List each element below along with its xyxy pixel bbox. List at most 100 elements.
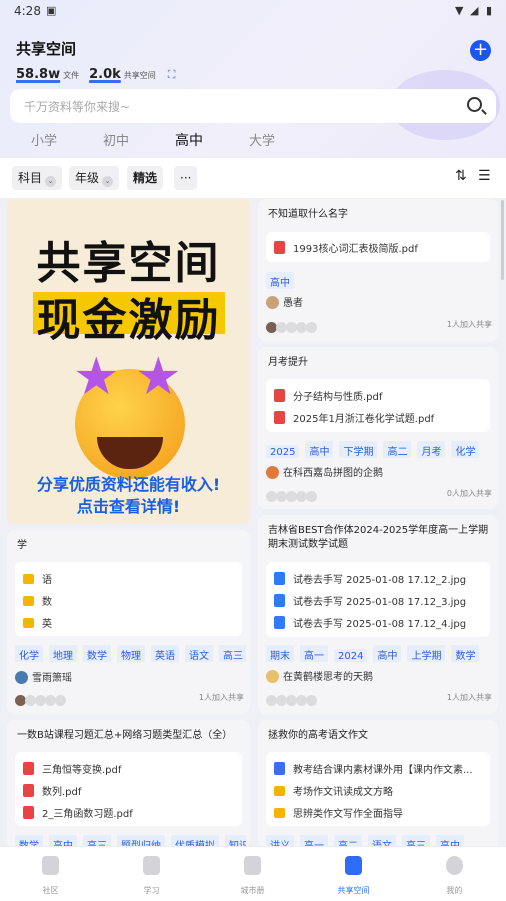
nav-shared-space[interactable]: 共享空间 <box>303 847 404 901</box>
banner-line2: 现金激励 <box>36 295 221 346</box>
file-list: 分子结构与性质.pdf 2025年1月浙江卷化学试题.pdf <box>266 379 490 432</box>
file-item[interactable]: 2_三角函数习题.pdf <box>23 805 234 820</box>
tag[interactable]: 高二 <box>383 441 412 458</box>
tag[interactable]: 上学期 <box>407 645 446 662</box>
tab-university[interactable]: 大学 <box>249 130 275 149</box>
notebook-icon <box>244 856 261 875</box>
nav-notebook[interactable]: 城市册 <box>202 847 303 901</box>
author[interactable]: 雪雨箫瑶 <box>15 669 72 684</box>
file-item[interactable]: 1993核心词汇表极简版.pdf <box>274 240 482 255</box>
nav-study[interactable]: 学习 <box>101 847 202 901</box>
tag[interactable]: 高中 <box>305 441 334 458</box>
file-item[interactable]: 教考结合课内素材课外用【课内作文素... <box>274 761 482 776</box>
tag[interactable]: 2024 <box>334 649 368 662</box>
author[interactable]: 在科西嘉岛拼图的企鹅 <box>266 464 383 479</box>
subject-filter[interactable]: 科目 ⌄ <box>12 166 63 190</box>
add-space-button[interactable]: + <box>470 40 491 61</box>
files-count: 58.8w <box>16 67 61 82</box>
bottom-navigation: 社区 学习 城市册 共享空间 我的 <box>0 846 506 901</box>
author[interactable]: 在黄鹤楼思考的天鹅 <box>266 668 373 683</box>
tag[interactable]: 高中 <box>266 272 294 289</box>
folder-item[interactable]: 语 <box>23 571 234 586</box>
tag[interactable]: 英语 <box>151 645 179 662</box>
tab-high[interactable]: 高中 <box>175 130 203 150</box>
tag[interactable]: 化学 <box>15 645 43 662</box>
search-icon[interactable] <box>467 97 482 112</box>
file-name: 试卷去手写 2025-01-08 17.12_4.jpg <box>293 619 467 630</box>
file-item[interactable]: 三角恒等变换.pdf <box>23 761 234 776</box>
file-item[interactable]: 试卷去手写 2025-01-08 17.12_4.jpg <box>274 615 482 630</box>
tag[interactable]: 月考 <box>417 441 446 458</box>
tag[interactable]: 数学 <box>83 645 111 662</box>
folder-icon <box>23 596 34 606</box>
space-card[interactable]: 吉林省BEST合作体2024-2025学年度高一上学期期末测试数学试题 试卷去手… <box>258 515 498 714</box>
file-item[interactable]: 试卷去手写 2025-01-08 17.12_3.jpg <box>274 593 482 608</box>
tag[interactable]: 高三 <box>219 645 246 662</box>
more-filter[interactable]: ··· <box>174 166 198 190</box>
image-file-icon <box>274 594 285 607</box>
folder-item[interactable]: 考场作文讯读成文方略 <box>274 783 482 798</box>
network-icon[interactable]: ⛶ <box>168 68 176 82</box>
tag[interactable]: 2025 <box>266 445 300 458</box>
sort-icon[interactable]: ⇅ <box>455 168 467 184</box>
file-item[interactable]: 分子结构与性质.pdf <box>274 388 482 403</box>
joined-count: 1人加入共享 <box>446 693 492 702</box>
grade-filter[interactable]: 年级 ⌄ <box>69 166 120 190</box>
file-list: 试卷去手写 2025-01-08 17.12_2.jpg 试卷去手写 2025-… <box>266 562 490 637</box>
tag[interactable]: 语文 <box>185 645 213 662</box>
member-avatars <box>266 487 317 502</box>
menu-icon[interactable]: ☰ <box>478 168 491 184</box>
files-label: 文件 <box>63 71 80 80</box>
tag[interactable]: 化学 <box>451 441 480 458</box>
space-card[interactable]: 学 语 数 英 化学 地理 数学 物理 英语 语文 高三 雪雨箫瑶 1人加入共享 <box>7 530 250 714</box>
featured-filter[interactable]: 精选 <box>127 166 164 190</box>
tag[interactable]: 地理 <box>49 645 77 662</box>
avatar <box>266 466 279 479</box>
tag[interactable]: 期末 <box>266 645 294 662</box>
scrollbar[interactable] <box>501 200 504 280</box>
file-list: 教考结合课内素材课外用【课内作文素... 考场作文讯读成文方略 思辨类作文写作全… <box>266 752 490 826</box>
tag[interactable]: 下学期 <box>339 441 378 458</box>
file-name: 2_三角函数习题.pdf <box>42 809 133 820</box>
pdf-icon <box>23 784 34 797</box>
avatar <box>306 695 317 706</box>
tag[interactable]: 高中 <box>373 645 402 662</box>
file-item[interactable]: 数列.pdf <box>23 783 234 798</box>
avatar <box>266 670 279 683</box>
space-card[interactable]: 不知道取什么名字 1993核心词汇表极简版.pdf 高中 愚者 1人加入共享 <box>258 199 498 342</box>
star-icon: ★ <box>73 347 120 407</box>
file-list: 1993核心词汇表极简版.pdf <box>266 232 490 262</box>
chevron-down-icon: ⌄ <box>45 176 57 187</box>
folder-item[interactable]: 数 <box>23 593 234 608</box>
folder-item[interactable]: 思辨类作文写作全面指导 <box>274 805 482 820</box>
file-name: 数列.pdf <box>42 787 82 798</box>
space-card[interactable]: 月考提升 分子结构与性质.pdf 2025年1月浙江卷化学试题.pdf 2025… <box>258 347 498 509</box>
banner-line1: 共享空间 <box>36 238 221 289</box>
tag[interactable]: 物理 <box>117 645 145 662</box>
nav-profile[interactable]: 我的 <box>404 847 505 901</box>
file-item[interactable]: 2025年1月浙江卷化学试题.pdf <box>274 410 482 425</box>
space-card[interactable]: 一数B站课程习题汇总+网络习题类型汇总（全） 三角恒等变换.pdf 数列.pdf… <box>7 720 250 850</box>
study-icon <box>143 856 160 875</box>
spaces-count: 2.0k <box>89 67 121 82</box>
tag[interactable]: 数学 <box>451 645 480 662</box>
stats-row: 58.8w 文件 2.0k 共享空间 ⛶ <box>16 67 175 82</box>
joined-count: 0人加入共享 <box>446 489 492 498</box>
author-name: 愚者 <box>283 298 303 309</box>
author[interactable]: 愚者 <box>266 294 303 309</box>
tab-middle[interactable]: 初中 <box>103 130 129 149</box>
folder-icon <box>23 574 34 584</box>
nav-community[interactable]: 社区 <box>0 847 101 901</box>
search-bar[interactable]: 千万资料等你来搜~ <box>10 89 496 123</box>
folder-item[interactable]: 英 <box>23 615 234 630</box>
tag[interactable]: 高一 <box>300 645 328 662</box>
tab-primary[interactable]: 小学 <box>31 130 57 149</box>
wifi-icon: ▼ <box>455 4 464 17</box>
file-name: 分子结构与性质.pdf <box>293 392 383 403</box>
space-card[interactable]: 拯救你的高考语文作文 教考结合课内素材课外用【课内作文素... 考场作文讯读成文… <box>258 720 498 850</box>
promo-banner[interactable]: 共享空间 现金激励 ★ ★ 分享优质资料还能有收入! 点击查看详情! <box>7 199 250 524</box>
file-name: 1993核心词汇表极简版.pdf <box>293 244 418 255</box>
folder-name: 思辨类作文写作全面指导 <box>293 809 403 820</box>
file-name: 教考结合课内素材课外用【课内作文素... <box>293 765 473 776</box>
file-item[interactable]: 试卷去手写 2025-01-08 17.12_2.jpg <box>274 571 482 586</box>
